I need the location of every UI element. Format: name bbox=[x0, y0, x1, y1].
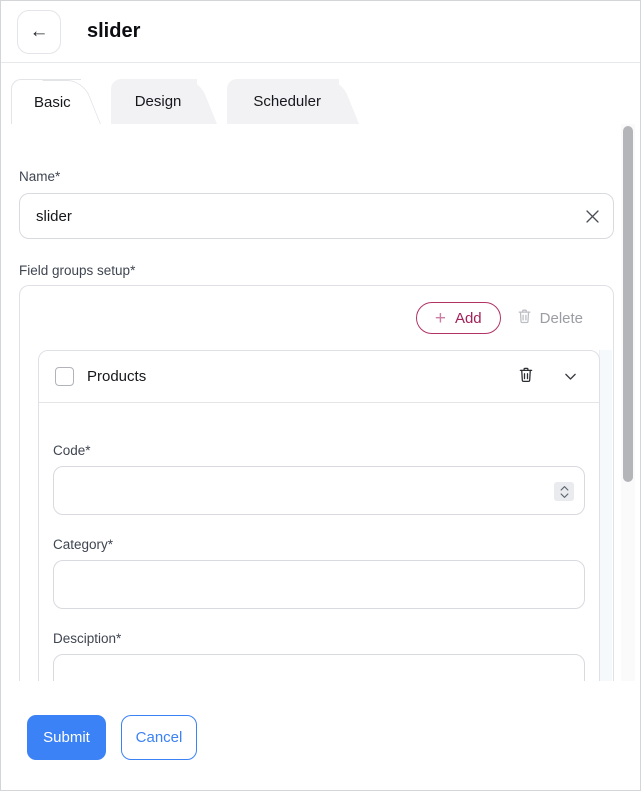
code-input[interactable] bbox=[54, 467, 584, 514]
add-button[interactable]: + Add bbox=[416, 302, 501, 334]
back-button[interactable]: ← bbox=[17, 10, 61, 54]
inner-scroll-gutter bbox=[599, 350, 612, 683]
tab-scheduler[interactable]: Scheduler bbox=[227, 79, 339, 124]
x-clear-icon[interactable] bbox=[584, 208, 600, 224]
name-input[interactable] bbox=[19, 193, 614, 239]
field-groups-label: Field groups setup* bbox=[19, 263, 640, 278]
up-down-stepper-icon[interactable] bbox=[554, 482, 574, 501]
tab-basic[interactable]: Basic bbox=[11, 79, 81, 124]
group-trash-icon[interactable] bbox=[517, 365, 535, 389]
cancel-button[interactable]: Cancel bbox=[121, 715, 197, 760]
group-panel-products: Products Code* bbox=[38, 350, 600, 683]
tab-basic-label: Basic bbox=[34, 94, 71, 111]
group-fields: Code* Category* bbox=[39, 403, 599, 683]
category-input[interactable] bbox=[54, 561, 584, 608]
tab-design[interactable]: Design bbox=[111, 79, 198, 124]
trash-icon bbox=[516, 307, 533, 329]
form-scroll-area: Name* Field groups setup* + Add Delete bbox=[1, 124, 640, 683]
scrollbar-thumb[interactable] bbox=[623, 126, 633, 482]
name-label: Name* bbox=[19, 169, 640, 184]
category-label: Category* bbox=[53, 537, 585, 552]
code-label: Code* bbox=[53, 443, 585, 458]
field-category: Category* bbox=[53, 537, 585, 609]
name-field-wrap bbox=[19, 193, 614, 239]
add-button-label: Add bbox=[455, 310, 482, 327]
group-title: Products bbox=[87, 368, 146, 385]
tab-bar: Basic Design Scheduler bbox=[1, 79, 640, 124]
desciption-input[interactable] bbox=[54, 655, 584, 683]
tab-scheduler-label: Scheduler bbox=[253, 93, 321, 110]
field-desciption: Desciption* bbox=[53, 631, 585, 683]
delete-button-label: Delete bbox=[540, 310, 583, 327]
page-title: slider bbox=[87, 20, 140, 43]
field-code: Code* bbox=[53, 443, 585, 515]
delete-button[interactable]: Delete bbox=[516, 307, 583, 329]
plus-icon: + bbox=[435, 309, 446, 328]
submit-button[interactable]: Submit bbox=[27, 715, 106, 760]
scrollbar-track[interactable] bbox=[621, 124, 635, 683]
desciption-label: Desciption* bbox=[53, 631, 585, 646]
groups-toolbar: + Add Delete bbox=[20, 286, 613, 334]
tab-design-label: Design bbox=[135, 93, 182, 110]
field-groups-panel: + Add Delete Products bbox=[19, 285, 614, 683]
group-header: Products bbox=[39, 351, 599, 403]
header: ← slider bbox=[1, 1, 640, 63]
footer: Submit Cancel bbox=[1, 681, 640, 790]
chevron-down-icon[interactable] bbox=[562, 368, 579, 385]
group-checkbox[interactable] bbox=[55, 367, 74, 386]
arrow-left-icon: ← bbox=[30, 21, 49, 43]
